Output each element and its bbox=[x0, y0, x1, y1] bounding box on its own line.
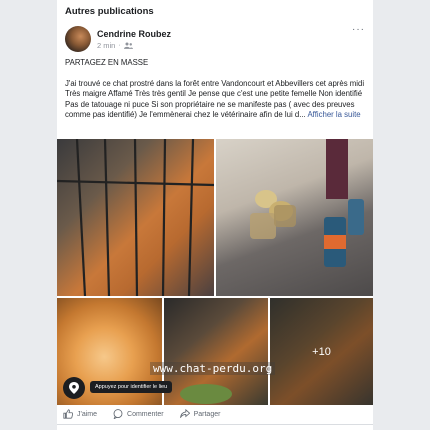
like-label: J'aime bbox=[77, 410, 98, 418]
location-tooltip[interactable]: Appuyez pour identifier le lieu bbox=[90, 381, 173, 393]
author-name[interactable]: Cendrine Roubez bbox=[97, 29, 171, 39]
comment-icon bbox=[113, 409, 123, 419]
bottom-divider bbox=[57, 424, 373, 425]
photo-cat-eating[interactable] bbox=[164, 298, 268, 405]
comment-button[interactable]: Commenter bbox=[113, 409, 164, 419]
watermark: www.chat-perdu.org bbox=[150, 362, 276, 375]
share-label: Partager bbox=[193, 410, 221, 418]
more-photos-count[interactable]: +10 bbox=[270, 298, 373, 405]
food-illustration bbox=[250, 139, 364, 267]
share-button[interactable]: Partager bbox=[179, 409, 221, 419]
comment-label: Commenter bbox=[127, 410, 164, 418]
photo-cat-in-cage[interactable] bbox=[57, 139, 214, 296]
like-button[interactable]: J'aime bbox=[63, 409, 97, 419]
post-text: PARTAGEZ EN MASSE J'ai trouvé ce chat pr… bbox=[65, 58, 370, 121]
bowl-illustration bbox=[180, 384, 232, 404]
location-pin-glyph bbox=[69, 382, 79, 394]
section-title: Autres publications bbox=[65, 6, 154, 17]
photo-more[interactable]: +10 bbox=[270, 298, 373, 405]
action-bar: J'aime Commenter Partager bbox=[57, 404, 373, 424]
post-heading: PARTAGEZ EN MASSE bbox=[65, 58, 149, 67]
more-icon[interactable]: ··· bbox=[352, 24, 365, 35]
share-icon bbox=[179, 409, 190, 418]
location-pin-icon[interactable] bbox=[63, 377, 85, 399]
see-more-link[interactable]: Afficher la suite bbox=[307, 110, 360, 119]
post-meta: 2 min · bbox=[97, 41, 133, 50]
friends-icon bbox=[123, 42, 133, 49]
photo-food-cans[interactable] bbox=[216, 139, 373, 296]
like-icon bbox=[63, 409, 73, 419]
cage-bars bbox=[57, 139, 214, 296]
post-card: Autres publications Cendrine Roubez 2 mi… bbox=[57, 0, 373, 430]
post-time[interactable]: 2 min bbox=[97, 41, 115, 50]
meta-separator: · bbox=[118, 42, 121, 49]
avatar[interactable] bbox=[65, 26, 91, 52]
